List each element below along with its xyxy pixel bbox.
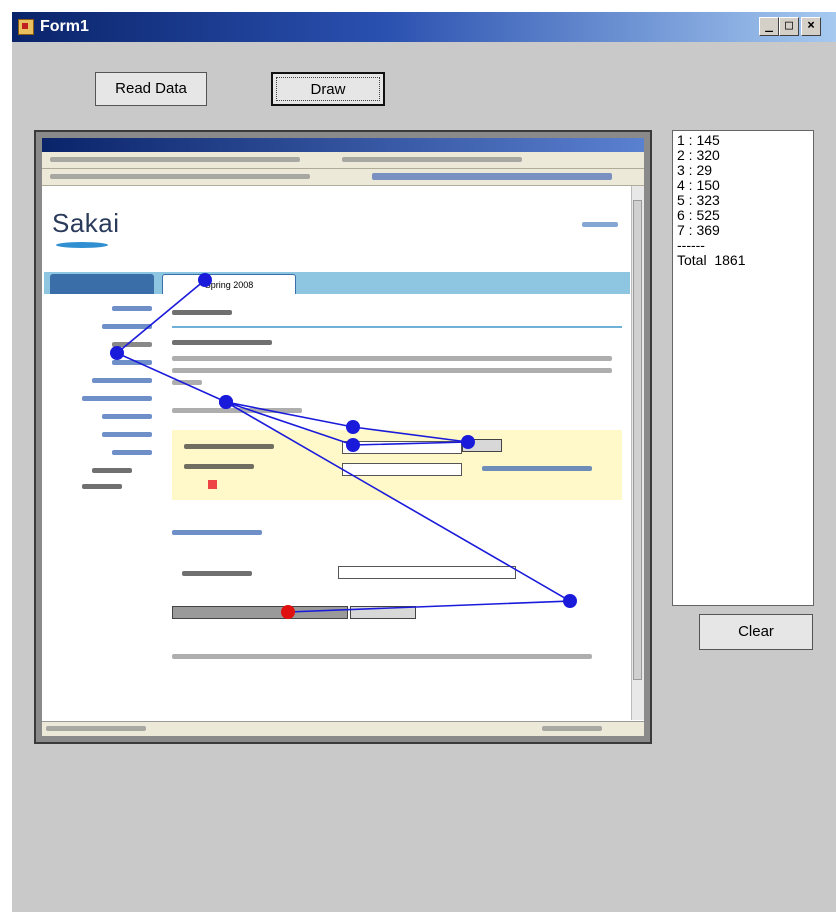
click-point — [563, 594, 577, 608]
click-point — [219, 395, 233, 409]
draw-button[interactable]: Draw — [271, 72, 385, 106]
total-row: Total 1861 — [677, 253, 809, 268]
screenshot-picture-box: Sakai Spring 2008 — [34, 130, 652, 744]
total-label: Total — [677, 252, 707, 268]
results-list[interactable]: 1 : 145 2 : 320 3 : 29 4 : 150 5 : 323 6 : 52… — [672, 130, 814, 606]
result-item: 2 : 320 — [677, 147, 720, 163]
click-path-overlay — [110, 273, 577, 619]
result-items: 1 : 145 2 : 320 3 : 29 4 : 150 5 : 323 6 : 52… — [677, 133, 809, 238]
minimize-button[interactable]: _ — [759, 17, 779, 36]
click-point — [461, 435, 475, 449]
result-item: 5 : 323 — [677, 192, 720, 208]
click-point — [346, 420, 360, 434]
result-item: 7 : 369 — [677, 222, 720, 238]
app-icon — [18, 19, 34, 35]
total-value: 1861 — [714, 252, 746, 268]
click-points — [110, 273, 577, 619]
click-point — [198, 273, 212, 287]
embedded-browser-screenshot: Sakai Spring 2008 — [42, 138, 644, 736]
maximize-button[interactable]: □ — [779, 17, 799, 36]
result-item: 3 : 29 — [677, 162, 713, 178]
click-point-end — [281, 605, 295, 619]
click-point — [346, 438, 360, 452]
title-bar[interactable]: Form1 _ □ × — [12, 12, 836, 42]
window-title: Form1 — [40, 18, 89, 35]
result-item: 1 : 145 — [677, 132, 720, 148]
result-item: 4 : 150 — [677, 177, 720, 193]
form1-window: Form1 _ □ × Read Data Draw Sakai Spring … — [12, 12, 836, 912]
close-button[interactable]: × — [801, 17, 821, 36]
separator: ------ — [677, 237, 705, 253]
click-path-line — [115, 279, 573, 613]
clear-button[interactable]: Clear — [699, 614, 813, 650]
result-item: 6 : 525 — [677, 207, 720, 223]
click-point — [110, 346, 124, 360]
read-data-button[interactable]: Read Data — [95, 72, 207, 106]
